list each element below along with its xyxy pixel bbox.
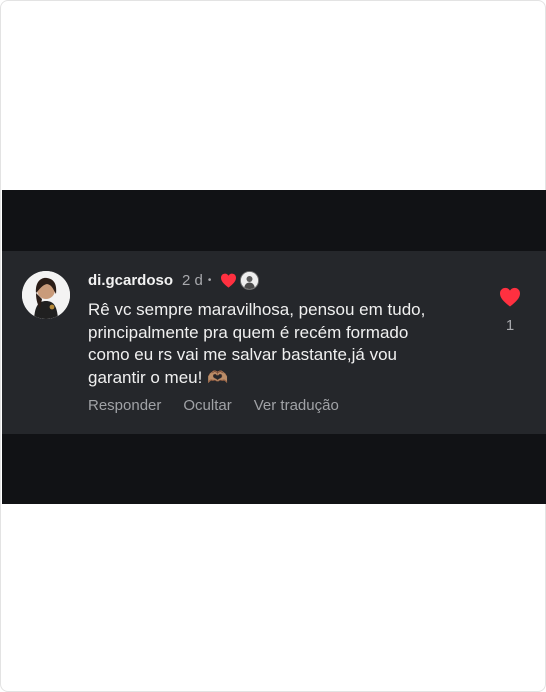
like-count: 1 — [505, 317, 515, 334]
comment-actions: Responder Ocultar Ver tradução — [88, 397, 339, 414]
creator-liked-heart-icon — [221, 273, 237, 288]
avatar-photo-icon — [22, 271, 70, 319]
comment-meta: di.gcardoso 2 d • — [88, 269, 260, 291]
comment-screenshot: di.gcardoso 2 d • Rê vc sempre maravilho… — [2, 190, 546, 504]
comment-item: di.gcardoso 2 d • Rê vc sempre maravilho… — [2, 251, 546, 434]
like-area: 1 — [495, 287, 525, 334]
meta-separator: • — [207, 274, 212, 286]
page-frame: di.gcardoso 2 d • Rê vc sempre maravilho… — [0, 0, 546, 692]
avatar[interactable] — [22, 271, 70, 319]
creator-avatar-icon — [241, 271, 259, 289]
timestamp: 2 d — [182, 271, 203, 289]
reply-button[interactable]: Responder — [88, 397, 161, 414]
translate-button[interactable]: Ver tradução — [254, 397, 339, 414]
hide-button[interactable]: Ocultar — [183, 397, 231, 414]
like-heart-icon[interactable] — [499, 287, 521, 307]
username[interactable]: di.gcardoso — [88, 272, 173, 289]
comment-text: Rê vc sempre maravilhosa, pensou em tudo… — [88, 300, 426, 387]
creator-mini-avatar — [240, 270, 260, 290]
